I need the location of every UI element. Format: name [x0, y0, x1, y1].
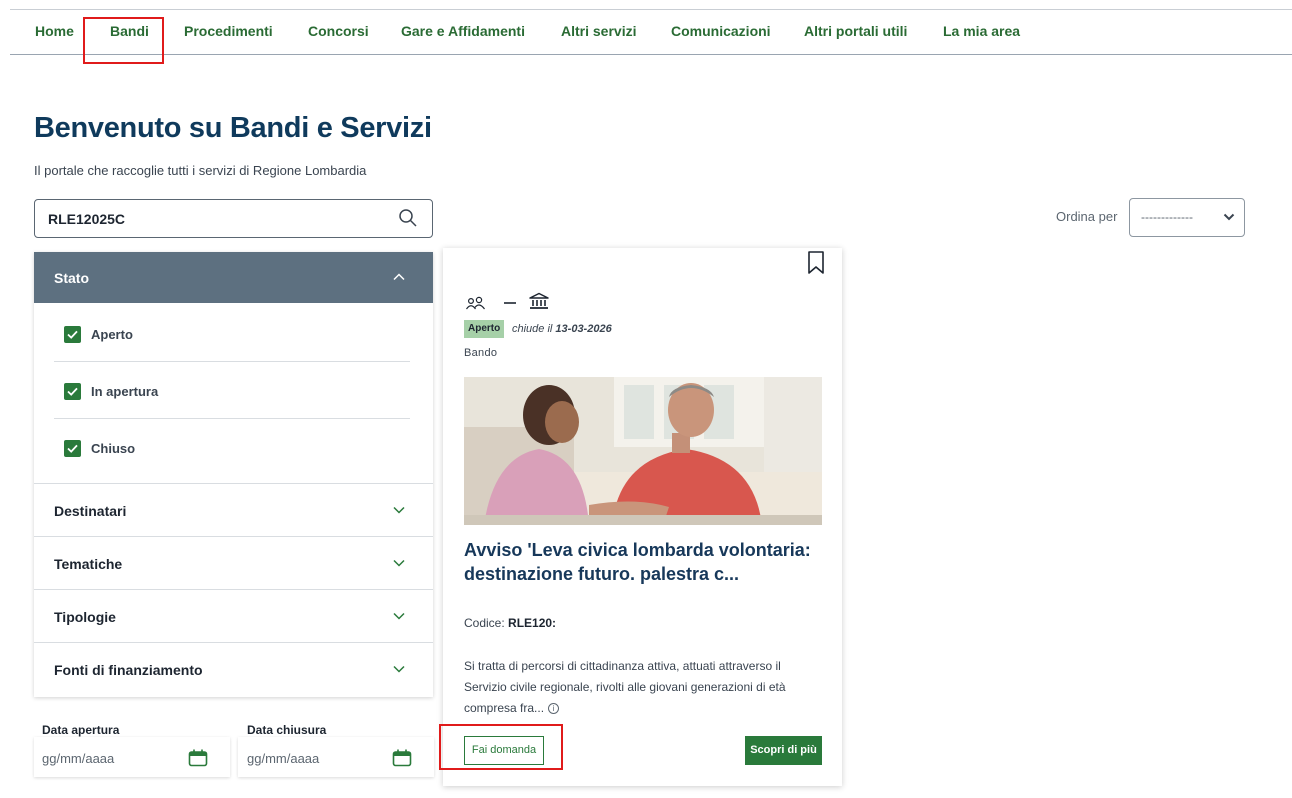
date-close-label: Data chiusura [247, 723, 327, 737]
calendar-icon[interactable] [392, 749, 412, 767]
filter-tematiche-label: Tematiche [54, 556, 123, 572]
nav-mia-area[interactable]: La mia area [943, 23, 1020, 39]
search-field[interactable]: RLE12025C [34, 199, 433, 238]
nav-gare-affidamenti[interactable]: Gare e Affidamenti [401, 23, 525, 39]
filter-option-label: In apertura [91, 384, 159, 399]
calendar-icon[interactable] [188, 749, 208, 767]
card-title[interactable]: Avviso 'Leva civica lombarda volontaria:… [464, 538, 824, 586]
search-input[interactable]: RLE12025C [48, 211, 125, 227]
filter-tipologie[interactable]: Tipologie [34, 589, 433, 642]
filter-tipologie-label: Tipologie [54, 609, 116, 625]
closing-date: 13-03-2026 [555, 323, 612, 335]
sort-label: Ordina per [1056, 209, 1118, 224]
top-navigation: Home Bandi Procedimenti Concorsi Gare e … [10, 9, 1292, 55]
card-description-text: Si tratta di percorsi di cittadinanza at… [464, 659, 786, 715]
bandi-highlight-box [83, 17, 164, 64]
discover-more-button[interactable]: Scopri di più [745, 736, 822, 765]
nav-comunicazioni[interactable]: Comunicazioni [671, 23, 771, 39]
filter-destinatari[interactable]: Destinatari [34, 483, 433, 536]
checkbox-aperto[interactable] [64, 326, 81, 343]
chevron-down-icon [393, 506, 405, 514]
card-code: Codice: RLE120: [464, 616, 556, 630]
checkbox-in-apertura[interactable] [64, 383, 81, 400]
filter-option-label: Chiuso [91, 441, 136, 456]
date-open-placeholder: gg/mm/aaaa [42, 751, 115, 766]
chevron-up-icon [393, 273, 405, 281]
people-icon [466, 296, 485, 310]
page-title: Benvenuto su Bandi e Servizi [34, 112, 432, 144]
info-icon[interactable]: i [548, 703, 560, 715]
result-card: Aperto chiude il 13-03-2026 Bando Avviso… [443, 248, 842, 786]
closing-info: chiude il 13-03-2026 [512, 323, 612, 335]
filter-stato-header[interactable]: Stato [34, 252, 433, 303]
card-image [464, 377, 822, 525]
nav-procedimenti[interactable]: Procedimenti [184, 23, 273, 39]
card-code-label: Codice: [464, 616, 505, 630]
chevron-down-icon [393, 559, 405, 567]
date-close-input[interactable]: gg/mm/aaaa [238, 737, 434, 777]
status-badge: Aperto [464, 320, 505, 338]
nav-home[interactable]: Home [35, 23, 74, 39]
sort-value: ------------- [1141, 210, 1193, 224]
nav-concorsi[interactable]: Concorsi [308, 23, 369, 39]
card-code-value: RLE120: [508, 616, 557, 630]
card-type: Bando [464, 347, 498, 359]
nav-altri-servizi[interactable]: Altri servizi [561, 23, 636, 39]
filter-stato-title: Stato [54, 270, 89, 286]
bookmark-icon[interactable] [806, 250, 826, 276]
dash-icon [504, 302, 516, 304]
filter-option-label: Aperto [91, 327, 133, 342]
date-open-input[interactable]: gg/mm/aaaa [34, 737, 230, 777]
filter-panel: Stato Aperto In apertura Chiuso Destinat… [34, 252, 433, 697]
chevron-down-icon [393, 612, 405, 620]
institution-building-icon [529, 292, 549, 309]
card-photo-illustration [464, 377, 822, 525]
date-open-group: Data apertura gg/mm/aaaa [34, 721, 230, 777]
filter-destinatari-label: Destinatari [54, 503, 127, 519]
apply-highlight-box [439, 724, 563, 770]
date-close-placeholder: gg/mm/aaaa [247, 751, 320, 766]
date-open-label: Data apertura [42, 723, 120, 737]
filter-option-chiuso[interactable]: Chiuso [54, 419, 410, 476]
sort-select[interactable]: ------------- [1129, 198, 1245, 237]
search-icon[interactable] [398, 208, 418, 228]
filter-fonti-label: Fonti di finanziamento [54, 662, 203, 678]
checkmark-icon [67, 387, 78, 396]
date-close-group: Data chiusura gg/mm/aaaa [238, 721, 434, 777]
closing-text: chiude il [512, 323, 553, 335]
filter-option-in-apertura[interactable]: In apertura [54, 362, 410, 419]
chevron-down-icon [393, 665, 405, 673]
filter-option-aperto[interactable]: Aperto [54, 305, 410, 362]
checkmark-icon [67, 330, 78, 339]
chevron-down-icon [1223, 213, 1235, 221]
page-subtitle: Il portale che raccoglie tutti i servizi… [34, 163, 367, 178]
filter-tematiche[interactable]: Tematiche [34, 536, 433, 589]
filter-fonti-finanziamento[interactable]: Fonti di finanziamento [34, 642, 433, 695]
nav-altri-portali[interactable]: Altri portali utili [804, 23, 907, 39]
checkbox-chiuso[interactable] [64, 440, 81, 457]
checkmark-icon [67, 444, 78, 453]
card-description: Si tratta di percorsi di cittadinanza at… [464, 656, 822, 719]
